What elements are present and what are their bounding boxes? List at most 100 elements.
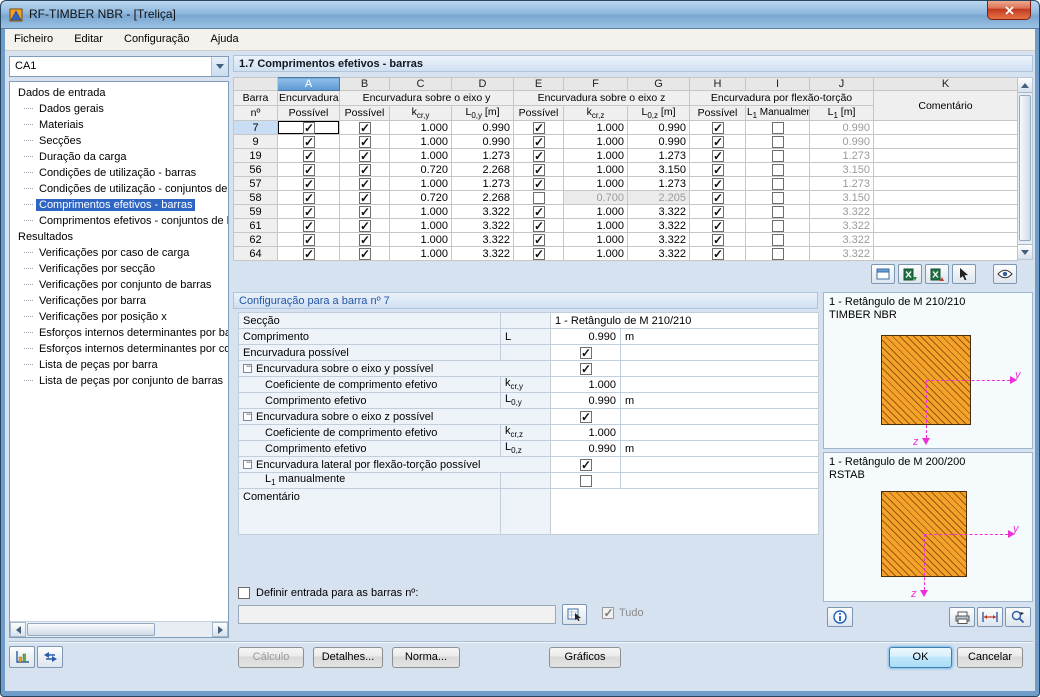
cell-l1[interactable]: 3.322	[810, 247, 874, 261]
col-letter-J[interactable]: J	[810, 78, 874, 91]
cell-l1-manual[interactable]	[746, 233, 810, 247]
cell-l0z[interactable]: 0.990	[628, 135, 690, 149]
cell-possible[interactable]	[278, 121, 340, 135]
cell-bar[interactable]: 19	[234, 149, 278, 163]
checkbox[interactable]	[303, 178, 315, 190]
cell-possible-y[interactable]	[340, 163, 390, 177]
cell-comment[interactable]	[874, 177, 1018, 191]
checkbox[interactable]	[712, 192, 724, 204]
col-letter-E[interactable]: E	[514, 78, 564, 91]
cell-possible[interactable]	[278, 233, 340, 247]
sidebar-item-dados-gerais[interactable]: Dados gerais	[10, 101, 228, 117]
checkbox[interactable]	[712, 150, 724, 162]
cell-possible-lt[interactable]	[690, 149, 746, 163]
checkbox[interactable]	[772, 206, 784, 218]
cell-l1[interactable]: 3.322	[810, 205, 874, 219]
checkbox[interactable]	[533, 136, 545, 148]
cell-possible-lt[interactable]	[690, 233, 746, 247]
checkbox[interactable]	[359, 206, 371, 218]
cell-l0y[interactable]: 0.990	[452, 135, 514, 149]
tree-horizontal-scrollbar[interactable]	[10, 621, 228, 637]
cell-l1-manual[interactable]	[746, 205, 810, 219]
case-selector[interactable]: CA1	[9, 56, 229, 77]
cell-kcry[interactable]: 0.720	[390, 191, 452, 205]
norma-button[interactable]: Norma...	[392, 647, 460, 668]
cell-possible-z[interactable]	[514, 121, 564, 135]
checkbox[interactable]	[772, 122, 784, 134]
cell-l0z[interactable]: 1.273	[628, 177, 690, 191]
cell-l0z[interactable]: 3.322	[628, 219, 690, 233]
cell-l1[interactable]: 3.150	[810, 191, 874, 205]
scroll-up-button[interactable]	[1018, 78, 1032, 93]
cell-possible-y[interactable]	[340, 233, 390, 247]
cell-possible-z[interactable]	[514, 135, 564, 149]
sidebar-item-verificacoes-barra[interactable]: Verificações por barra	[10, 293, 228, 309]
cell-comment[interactable]	[874, 121, 1018, 135]
checkbox[interactable]	[303, 164, 315, 176]
cell-kcry[interactable]: 1.000	[390, 177, 452, 191]
cell-kcrz[interactable]: 1.000	[564, 121, 628, 135]
cell-possible-lt[interactable]	[690, 177, 746, 191]
sidebar-item-verificacoes-conjunto[interactable]: Verificações por conjunto de barras	[10, 277, 228, 293]
cell-l1-manual[interactable]	[746, 135, 810, 149]
cell-possible-y[interactable]	[340, 177, 390, 191]
checkbox[interactable]	[712, 164, 724, 176]
cell-comment[interactable]	[874, 219, 1018, 233]
checkbox[interactable]	[772, 192, 784, 204]
cell-possible-z[interactable]	[514, 247, 564, 261]
cell-comment[interactable]	[874, 135, 1018, 149]
cell-kcrz[interactable]: 1.000	[564, 233, 628, 247]
dock-toggle-button[interactable]	[37, 646, 63, 668]
sidebar-item-condicoes-conjuntos[interactable]: Condições de utilização - conjuntos de b…	[10, 181, 228, 197]
cell-l1[interactable]: 3.322	[810, 233, 874, 247]
checkbox[interactable]	[303, 234, 315, 246]
checkbox[interactable]	[580, 475, 592, 487]
cell-l0z[interactable]: 3.150	[628, 163, 690, 177]
cell-possible-z[interactable]	[514, 219, 564, 233]
checkbox[interactable]	[712, 206, 724, 218]
cell-possible-y[interactable]	[340, 205, 390, 219]
cell-possible[interactable]	[278, 205, 340, 219]
checkbox[interactable]	[359, 248, 371, 260]
cell-possible[interactable]	[278, 149, 340, 163]
checkbox[interactable]	[772, 220, 784, 232]
cell-comment[interactable]	[874, 149, 1018, 163]
checkbox[interactable]	[772, 164, 784, 176]
cell-comment[interactable]	[874, 205, 1018, 219]
cell-l1-manual[interactable]	[746, 121, 810, 135]
cell-kcry[interactable]: 1.000	[390, 233, 452, 247]
sidebar-item-comprimentos-efetivos-conjuntos[interactable]: Comprimentos efetivos - conjuntos de bar…	[10, 213, 228, 229]
checkbox[interactable]	[303, 248, 315, 260]
cell-l1[interactable]: 3.150	[810, 163, 874, 177]
cell-kcrz[interactable]: 1.000	[564, 219, 628, 233]
cell-l0z[interactable]: 1.273	[628, 149, 690, 163]
checkbox[interactable]	[533, 234, 545, 246]
section-info-button[interactable]	[827, 607, 853, 627]
cell-l0y[interactable]: 3.322	[452, 205, 514, 219]
menu-ficheiro[interactable]: Ficheiro	[5, 29, 62, 51]
cell-kcrz[interactable]: 1.000	[564, 163, 628, 177]
scrollbar-thumb[interactable]	[1019, 95, 1031, 241]
sidebar-item-lista-pecas-conjunto[interactable]: Lista de peças por conjunto de barras	[10, 373, 228, 389]
checkbox[interactable]	[359, 220, 371, 232]
cell-l1-manual[interactable]	[746, 247, 810, 261]
cell-possible[interactable]	[278, 177, 340, 191]
jump-to-graphic-button[interactable]	[993, 264, 1017, 284]
cell-kcry[interactable]: 1.000	[390, 247, 452, 261]
checkbox[interactable]	[303, 220, 315, 232]
config-value[interactable]: 1.000	[551, 377, 621, 393]
cell-l1[interactable]: 0.990	[810, 135, 874, 149]
cell-l0y[interactable]: 3.322	[452, 219, 514, 233]
cell-bar[interactable]: 7	[234, 121, 278, 135]
config-check-cell[interactable]	[551, 361, 621, 377]
config-group-label[interactable]: Encurvadura lateral por flexão-torção po…	[239, 457, 551, 473]
cell-possible-lt[interactable]	[690, 163, 746, 177]
cell-l1[interactable]: 1.273	[810, 149, 874, 163]
checkbox[interactable]	[303, 136, 315, 148]
sidebar-item-verificacoes-caso-de-carga[interactable]: Verificações por caso de carga	[10, 245, 228, 261]
col-letter-C[interactable]: C	[390, 78, 452, 91]
checkbox[interactable]	[359, 136, 371, 148]
cell-l0y[interactable]: 0.990	[452, 121, 514, 135]
cell-possible-z[interactable]	[514, 177, 564, 191]
checkbox[interactable]	[712, 122, 724, 134]
